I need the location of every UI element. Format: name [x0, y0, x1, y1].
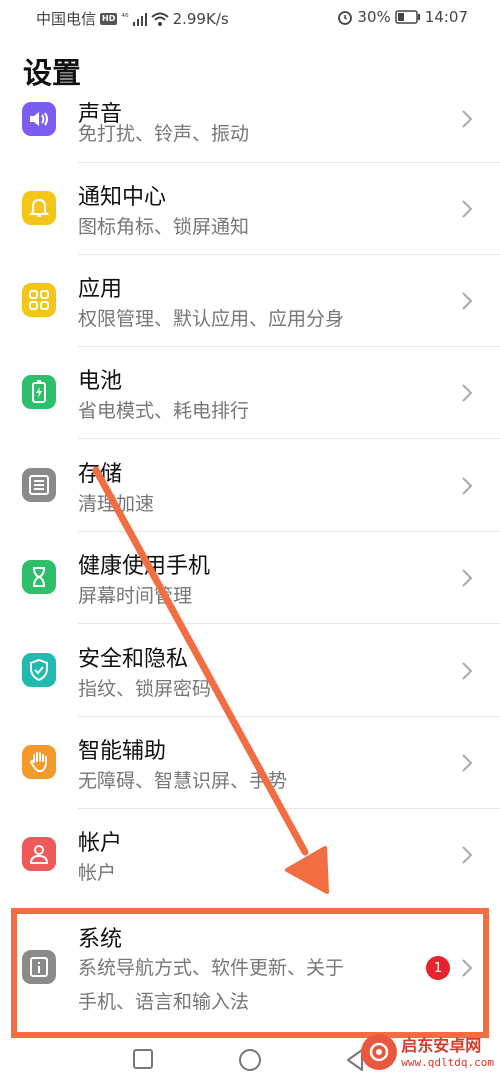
network-type: ⁴⁶ [121, 13, 129, 23]
item-title: 通知中心 [78, 185, 167, 210]
sound-icon [22, 102, 56, 136]
settings-item-storage[interactable]: 存储 清理加速 [0, 440, 500, 532]
hd-icon: HD [100, 12, 118, 25]
settings-item-digital-balance[interactable]: 健康使用手机 屏幕时间管理 [0, 532, 500, 624]
item-subtitle: 指纹、锁屏密码 [78, 678, 212, 700]
item-subtitle: 图标角标、锁屏通知 [78, 216, 250, 238]
alarm-icon [338, 11, 353, 25]
person-icon [22, 837, 56, 871]
item-title: 智能辅助 [78, 739, 167, 764]
chevron-right-icon [462, 754, 473, 772]
divider [78, 623, 500, 624]
watermark-url: www.qdltdq.com [401, 1055, 494, 1069]
settings-item-sound[interactable]: 声音 免打扰、铃声、振动 [0, 100, 500, 170]
watermark: 启东安卓网 www.qdltdq.com [361, 1034, 494, 1070]
apps-icon [22, 283, 56, 317]
item-title: 帐户 [78, 831, 123, 856]
item-subtitle: 省电模式、耗电排行 [78, 400, 250, 422]
signal-icon [132, 12, 147, 26]
highlight-frame [11, 908, 489, 1038]
battery-icon [22, 375, 56, 409]
chevron-right-icon [462, 569, 473, 587]
bell-icon [22, 191, 56, 225]
settings-list: 声音 免打扰、铃声、振动 通知中心 图标角标、锁屏通知 应用 权限管理、默认应用… [0, 100, 500, 1040]
settings-item-accounts[interactable]: 帐户 帐户 [0, 809, 500, 901]
chevron-right-icon [462, 477, 473, 495]
settings-item-smart-assistance[interactable]: 智能辅助 无障碍、智慧识屏、手势 [0, 717, 500, 809]
watermark-logo-icon [361, 1034, 398, 1070]
hand-icon [22, 745, 56, 779]
recents-button[interactable] [132, 1048, 154, 1070]
wifi-icon [150, 12, 169, 26]
chevron-right-icon [462, 200, 473, 218]
item-title: 安全和隐私 [78, 647, 189, 672]
home-button[interactable] [238, 1048, 262, 1072]
chevron-right-icon [462, 384, 473, 402]
battery-icon-status [395, 10, 420, 24]
battery-percent: 30% [357, 8, 391, 26]
storage-icon [22, 468, 56, 502]
item-subtitle: 清理加速 [78, 493, 155, 515]
chevron-right-icon [462, 292, 473, 310]
item-title: 存储 [78, 462, 123, 487]
item-title: 电池 [78, 369, 123, 394]
clock: 14:07 [424, 8, 468, 26]
item-subtitle: 屏幕时间管理 [78, 585, 193, 607]
divider [78, 438, 500, 439]
item-subtitle: 权限管理、默认应用、应用分身 [78, 308, 345, 330]
status-bar: 中国电信 HD ⁴⁶ 2.99K/s 30% 14:07 [0, 0, 500, 36]
watermark-name: 启东安卓网 [401, 1035, 482, 1055]
item-title: 健康使用手机 [78, 554, 211, 579]
item-subtitle: 帐户 [78, 862, 117, 884]
carrier-label: 中国电信 [36, 10, 97, 28]
settings-item-security[interactable]: 安全和隐私 指纹、锁屏密码 [0, 625, 500, 717]
chevron-right-icon [462, 846, 473, 864]
settings-item-notifications[interactable]: 通知中心 图标角标、锁屏通知 [0, 163, 500, 255]
item-subtitle: 无障碍、智慧识屏、手势 [78, 770, 288, 792]
settings-item-apps[interactable]: 应用 权限管理、默认应用、应用分身 [0, 255, 500, 347]
hourglass-icon [22, 560, 56, 594]
chevron-right-icon [462, 110, 473, 128]
settings-item-battery[interactable]: 电池 省电模式、耗电排行 [0, 347, 500, 439]
chevron-right-icon [462, 662, 473, 680]
net-speed: 2.99K/s [172, 9, 229, 28]
shield-icon [22, 653, 56, 687]
item-subtitle: 免打扰、铃声、振动 [78, 123, 250, 145]
page-title: 设置 [23, 56, 82, 90]
item-title: 应用 [78, 277, 123, 302]
